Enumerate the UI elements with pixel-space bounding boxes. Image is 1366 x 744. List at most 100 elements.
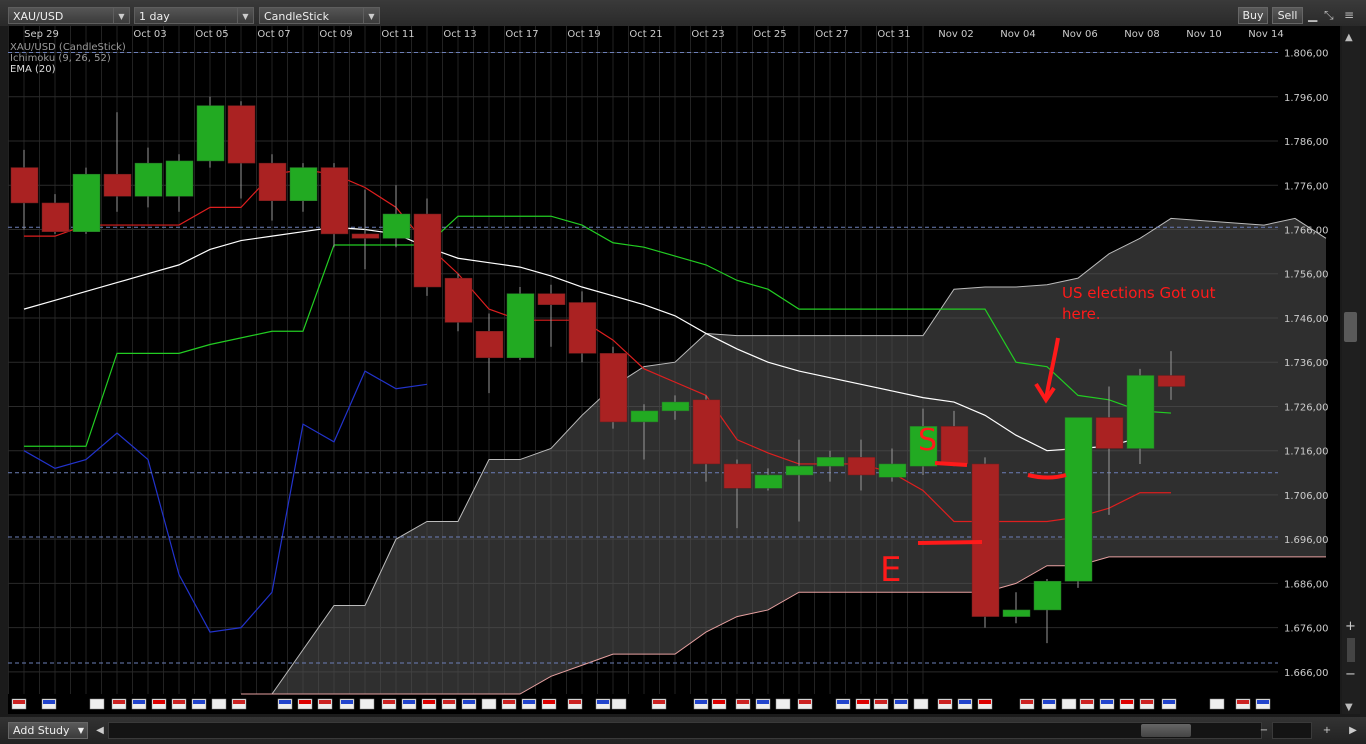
event-flag-icon[interactable] bbox=[111, 698, 127, 710]
event-flag-icon[interactable] bbox=[297, 698, 313, 710]
event-flag-icon[interactable] bbox=[595, 698, 611, 710]
candle[interactable] bbox=[444, 273, 473, 332]
event-flag-icon[interactable] bbox=[651, 698, 667, 710]
event-flag-icon[interactable] bbox=[171, 698, 187, 710]
event-flag-icon[interactable] bbox=[41, 698, 57, 710]
flag-stripe bbox=[173, 700, 185, 704]
event-flag-icon[interactable] bbox=[1119, 698, 1135, 710]
event-flag-icon[interactable] bbox=[441, 698, 457, 710]
event-flag-icon[interactable] bbox=[481, 698, 497, 710]
event-flag-icon[interactable] bbox=[835, 698, 851, 710]
scrollbar-thumb[interactable] bbox=[1344, 312, 1357, 342]
event-flag-icon[interactable] bbox=[775, 698, 791, 710]
event-flag-icon[interactable] bbox=[339, 698, 355, 710]
candle[interactable] bbox=[599, 346, 628, 429]
flag-stripe bbox=[597, 700, 609, 704]
vertical-scrollbar[interactable]: ▲ + − ▼ bbox=[1342, 26, 1360, 714]
horizontal-scrollbar[interactable] bbox=[108, 722, 1262, 739]
event-flag-icon[interactable] bbox=[211, 698, 227, 710]
event-flag-icon[interactable] bbox=[1061, 698, 1077, 710]
zoom-out-icon[interactable]: − bbox=[1345, 667, 1356, 682]
candle[interactable] bbox=[72, 167, 101, 234]
event-flag-icon[interactable] bbox=[893, 698, 909, 710]
flag-stripe bbox=[361, 700, 373, 704]
event-flag-icon[interactable] bbox=[1079, 698, 1095, 710]
event-flag-icon[interactable] bbox=[131, 698, 147, 710]
event-flag-icon[interactable] bbox=[735, 698, 751, 710]
minimize-icon[interactable]: ▁ bbox=[1308, 8, 1317, 22]
event-flag-icon[interactable] bbox=[957, 698, 973, 710]
event-flag-icon[interactable] bbox=[11, 698, 27, 710]
event-flag-icon[interactable] bbox=[913, 698, 929, 710]
candle[interactable] bbox=[1064, 417, 1093, 588]
candle[interactable] bbox=[196, 96, 225, 168]
candle-body bbox=[1002, 609, 1031, 617]
zoom-out-h-icon[interactable]: − bbox=[1257, 722, 1271, 739]
add-study-button[interactable]: Add Study ▼ bbox=[8, 722, 88, 739]
event-flag-icon[interactable] bbox=[231, 698, 247, 710]
event-flag-icon[interactable] bbox=[381, 698, 397, 710]
event-flag-icon[interactable] bbox=[521, 698, 537, 710]
scroll-left-icon[interactable]: ◀ bbox=[93, 722, 107, 739]
event-flag-icon[interactable] bbox=[151, 698, 167, 710]
scroll-right-icon[interactable]: ▶ bbox=[1346, 722, 1360, 739]
event-flag-icon[interactable] bbox=[1041, 698, 1057, 710]
event-flag-icon[interactable] bbox=[191, 698, 207, 710]
y-tick-label: 1.716,00 bbox=[1284, 447, 1329, 458]
chart-type-select[interactable]: CandleStick ▼ bbox=[259, 7, 380, 24]
entry-line bbox=[917, 540, 983, 545]
candle-body bbox=[165, 160, 194, 197]
flag-stripe bbox=[613, 700, 625, 704]
horizontal-zoom-track[interactable] bbox=[1272, 722, 1312, 739]
zoom-in-h-icon[interactable]: + bbox=[1320, 722, 1334, 739]
sell-button[interactable]: Sell bbox=[1272, 7, 1303, 24]
event-flag-icon[interactable] bbox=[855, 698, 871, 710]
event-flag-icon[interactable] bbox=[421, 698, 437, 710]
event-flag-icon[interactable] bbox=[89, 698, 105, 710]
flag-stripe bbox=[483, 700, 495, 704]
flag-stripe bbox=[153, 700, 165, 704]
event-flag-icon[interactable] bbox=[755, 698, 771, 710]
event-flag-icon[interactable] bbox=[359, 698, 375, 710]
event-flag-icon[interactable] bbox=[873, 698, 889, 710]
flag-stripe bbox=[569, 700, 581, 704]
event-flag-icon[interactable] bbox=[797, 698, 813, 710]
x-tick-label: Nov 10 bbox=[1186, 29, 1221, 40]
flag-stripe bbox=[423, 700, 435, 704]
event-flag-icon[interactable] bbox=[611, 698, 627, 710]
event-flag-icon[interactable] bbox=[567, 698, 583, 710]
zoom-in-icon[interactable]: + bbox=[1345, 619, 1356, 634]
flag-stripe bbox=[383, 700, 395, 704]
flag-stripe bbox=[959, 700, 971, 704]
event-flag-icon[interactable] bbox=[501, 698, 517, 710]
chart-area[interactable]: Sep 29 Oct 03 Oct 05 Oct 07 Oct 09 Oct 11 Oct … bbox=[0, 26, 1366, 717]
event-flag-icon[interactable] bbox=[711, 698, 727, 710]
event-flag-icon[interactable] bbox=[401, 698, 417, 710]
event-flag-icon[interactable] bbox=[977, 698, 993, 710]
horizontal-scroll-thumb[interactable] bbox=[1141, 724, 1191, 737]
event-flag-icon[interactable] bbox=[937, 698, 953, 710]
candle[interactable] bbox=[506, 287, 535, 360]
buy-button[interactable]: Buy bbox=[1238, 7, 1268, 24]
x-tick-label: Oct 13 bbox=[443, 29, 476, 40]
event-flag-icon[interactable] bbox=[317, 698, 333, 710]
resize-icon[interactable]: ⤡ bbox=[1324, 8, 1334, 23]
scroll-down-icon[interactable]: ▼ bbox=[1345, 702, 1353, 713]
event-flag-icon[interactable] bbox=[461, 698, 477, 710]
event-flag-icon[interactable] bbox=[1019, 698, 1035, 710]
event-flag-icon[interactable] bbox=[1255, 698, 1271, 710]
event-flag-icon[interactable] bbox=[1161, 698, 1177, 710]
period-select[interactable]: 1 day ▼ bbox=[134, 7, 254, 24]
zoom-slider[interactable] bbox=[1347, 638, 1355, 662]
symbol-select[interactable]: XAU/USD ▼ bbox=[8, 7, 130, 24]
event-flag-icon[interactable] bbox=[541, 698, 557, 710]
event-flag-icon[interactable] bbox=[1099, 698, 1115, 710]
event-flag-icon[interactable] bbox=[1235, 698, 1251, 710]
chevron-down-icon: ▼ bbox=[113, 8, 129, 23]
event-flag-icon[interactable] bbox=[693, 698, 709, 710]
event-flag-icon[interactable] bbox=[277, 698, 293, 710]
scroll-up-icon[interactable]: ▲ bbox=[1345, 32, 1353, 43]
event-flag-icon[interactable] bbox=[1209, 698, 1225, 710]
event-flag-icon[interactable] bbox=[1139, 698, 1155, 710]
candle-body bbox=[413, 213, 442, 288]
